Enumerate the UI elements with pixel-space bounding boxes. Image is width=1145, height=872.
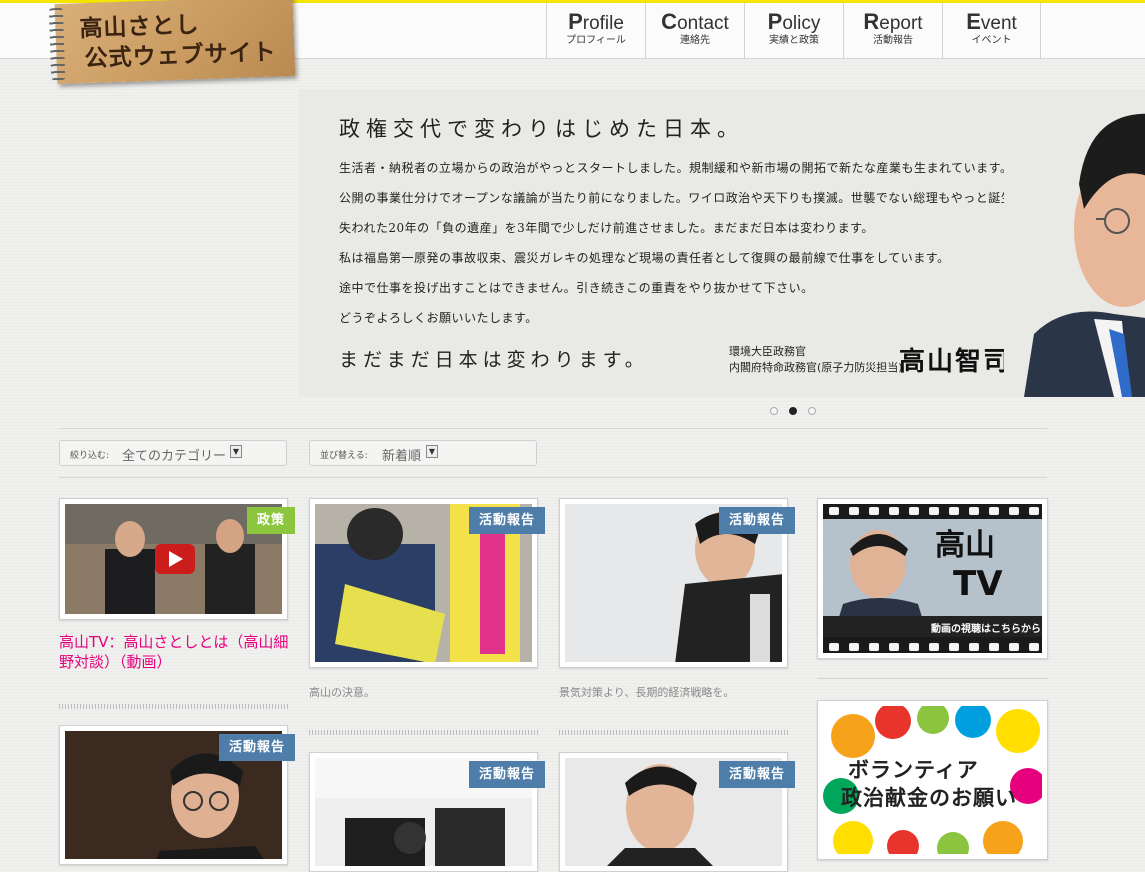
post-5-tag: 活動報告 (468, 761, 545, 788)
nav-contact-jp: 連絡先 (680, 35, 710, 46)
nav-policy[interactable]: Policy 実績と政策 (744, 3, 843, 58)
nav-policy-initial: P (767, 9, 783, 34)
sort-filter-value: 新着順 (382, 449, 422, 464)
post-card-2[interactable]: 活動報告 (309, 498, 545, 668)
donation-line-2: 政治献金のお願い (841, 786, 1017, 810)
chevron-down-icon[interactable]: ▼ (230, 445, 242, 458)
site-logo[interactable]: 高山さとし 公式ウェブサイト (48, 0, 296, 85)
nav-report-jp: 活動報告 (873, 35, 913, 46)
slider-dot-1[interactable] (770, 407, 778, 415)
banner-separator (817, 678, 1048, 679)
nav-event-label: vent (980, 13, 1017, 34)
tv-title-1: 高山 (935, 528, 995, 563)
category-filter-value: 全てのカテゴリー (122, 449, 227, 464)
donation-banner-image: ボランティア 政治献金のお願い (823, 706, 1042, 854)
post-separator (309, 730, 538, 735)
hero-title-1: 環境大臣政務官 (729, 345, 806, 358)
hero-line-4: 私は福島第一原発の事故収束、震災ガレキの処理など現場の責任者として復興の最前線で… (339, 251, 950, 265)
hero-heading: 政権交代で変わりはじめた日本。 (339, 117, 744, 141)
nav-report[interactable]: Report 活動報告 (843, 3, 942, 58)
hero-line-1: 生活者・納税者の立場からの政治がやっとスタートしました。規制緩和や新市場の開拓で… (339, 161, 1013, 175)
slider-dots (770, 407, 816, 415)
hero-title-2: 内閣府特命政務官(原子力防災担当) (729, 361, 903, 374)
tv-subtitle: 動画の視聴はこちらから (931, 624, 1041, 635)
post-separator (59, 704, 288, 709)
tv-title-2: TV (953, 564, 1003, 604)
hero-closing: まだまだ日本は変わります。 (339, 349, 649, 371)
slider-dot-2[interactable] (789, 407, 797, 415)
post-3-caption[interactable]: 景気対策より、長期的経済戦略を。 (559, 684, 734, 700)
divider (59, 428, 1047, 429)
nav-contact-label: ontact (677, 13, 729, 34)
post-separator (559, 730, 788, 735)
hero-signature: 高山智司 (899, 347, 1012, 377)
post-card-3[interactable]: 活動報告 (559, 498, 795, 668)
nav-profile-jp: プロフィール (566, 35, 626, 46)
nav-event[interactable]: Event イベント (942, 3, 1041, 58)
divider (59, 477, 1047, 478)
hero-line-6: どうぞよろしくお願いいたします。 (339, 311, 538, 325)
tv-banner-image: 高山 TV 動画の視聴はこちらから (823, 504, 1042, 653)
post-2-tag: 活動報告 (468, 507, 545, 534)
nav-contact-initial: C (661, 9, 678, 34)
post-card-5[interactable]: 活動報告 (309, 752, 545, 872)
post-2-caption[interactable]: 高山の決意。 (309, 684, 375, 700)
post-card-6[interactable]: 活動報告 (559, 752, 795, 872)
nav-policy-jp: 実績と政策 (769, 35, 819, 46)
post-card-1[interactable]: 政策 (59, 498, 295, 620)
post-card-4[interactable]: 活動報告 (59, 725, 295, 865)
hero-line-2: 公開の事業仕分けでオープンな議論が当たり前になりました。ワイロ政治や天下りも撲滅… (339, 191, 1026, 205)
politician-photo (1004, 89, 1145, 397)
category-filter[interactable]: 絞り込む: 全てのカテゴリー ▼ (59, 440, 287, 466)
post-1-title[interactable]: 高山TV：高山さとしとは（高山細野対談）（動画） (59, 632, 293, 672)
nav-event-jp: イベント (971, 35, 1012, 46)
nav-report-label: eport (879, 13, 923, 34)
takayama-tv-banner[interactable]: 高山 TV 動画の視聴はこちらから (817, 498, 1048, 659)
donation-line-1: ボランティア (848, 758, 979, 782)
hero-slide[interactable]: 政権交代で変わりはじめた日本。 生活者・納税者の立場からの政治がやっとスタートし… (299, 89, 1145, 397)
sort-filter-label: 並び替える: (320, 451, 368, 461)
post-4-tag: 活動報告 (218, 734, 295, 761)
nav-event-initial: E (966, 9, 981, 34)
main-nav: Profile プロフィール Contact 連絡先 Policy 実績と政策 … (546, 3, 1041, 58)
sort-filter[interactable]: 並び替える: 新着順 ▼ (309, 440, 537, 466)
category-filter-label: 絞り込む: (70, 451, 110, 461)
post-1-tag: 政策 (246, 507, 295, 534)
nav-contact[interactable]: Contact 連絡先 (645, 3, 744, 58)
nav-profile[interactable]: Profile プロフィール (546, 3, 645, 58)
donation-banner[interactable]: ボランティア 政治献金のお願い (817, 700, 1048, 860)
nav-profile-initial: P (568, 9, 583, 34)
notebook-rings-icon (48, 7, 66, 81)
slider-dot-3[interactable] (808, 407, 816, 415)
nav-report-initial: R (863, 9, 880, 34)
post-3-tag: 活動報告 (718, 507, 795, 534)
chevron-down-icon[interactable]: ▼ (426, 445, 438, 458)
nav-profile-label: rofile (582, 13, 624, 34)
nav-policy-label: olicy (782, 13, 821, 34)
logo-line-2: 公式ウェブサイト (84, 39, 277, 73)
hero-line-5: 途中で仕事を投げ出すことはできません。引き続きこの重責をやり抜かせて下さい。 (339, 281, 814, 295)
post-6-tag: 活動報告 (718, 761, 795, 788)
hero-line-3: 失われた20年の「負の遺産」を3年間で少しだけ前進させました。まだまだ日本は変わ… (339, 221, 874, 235)
